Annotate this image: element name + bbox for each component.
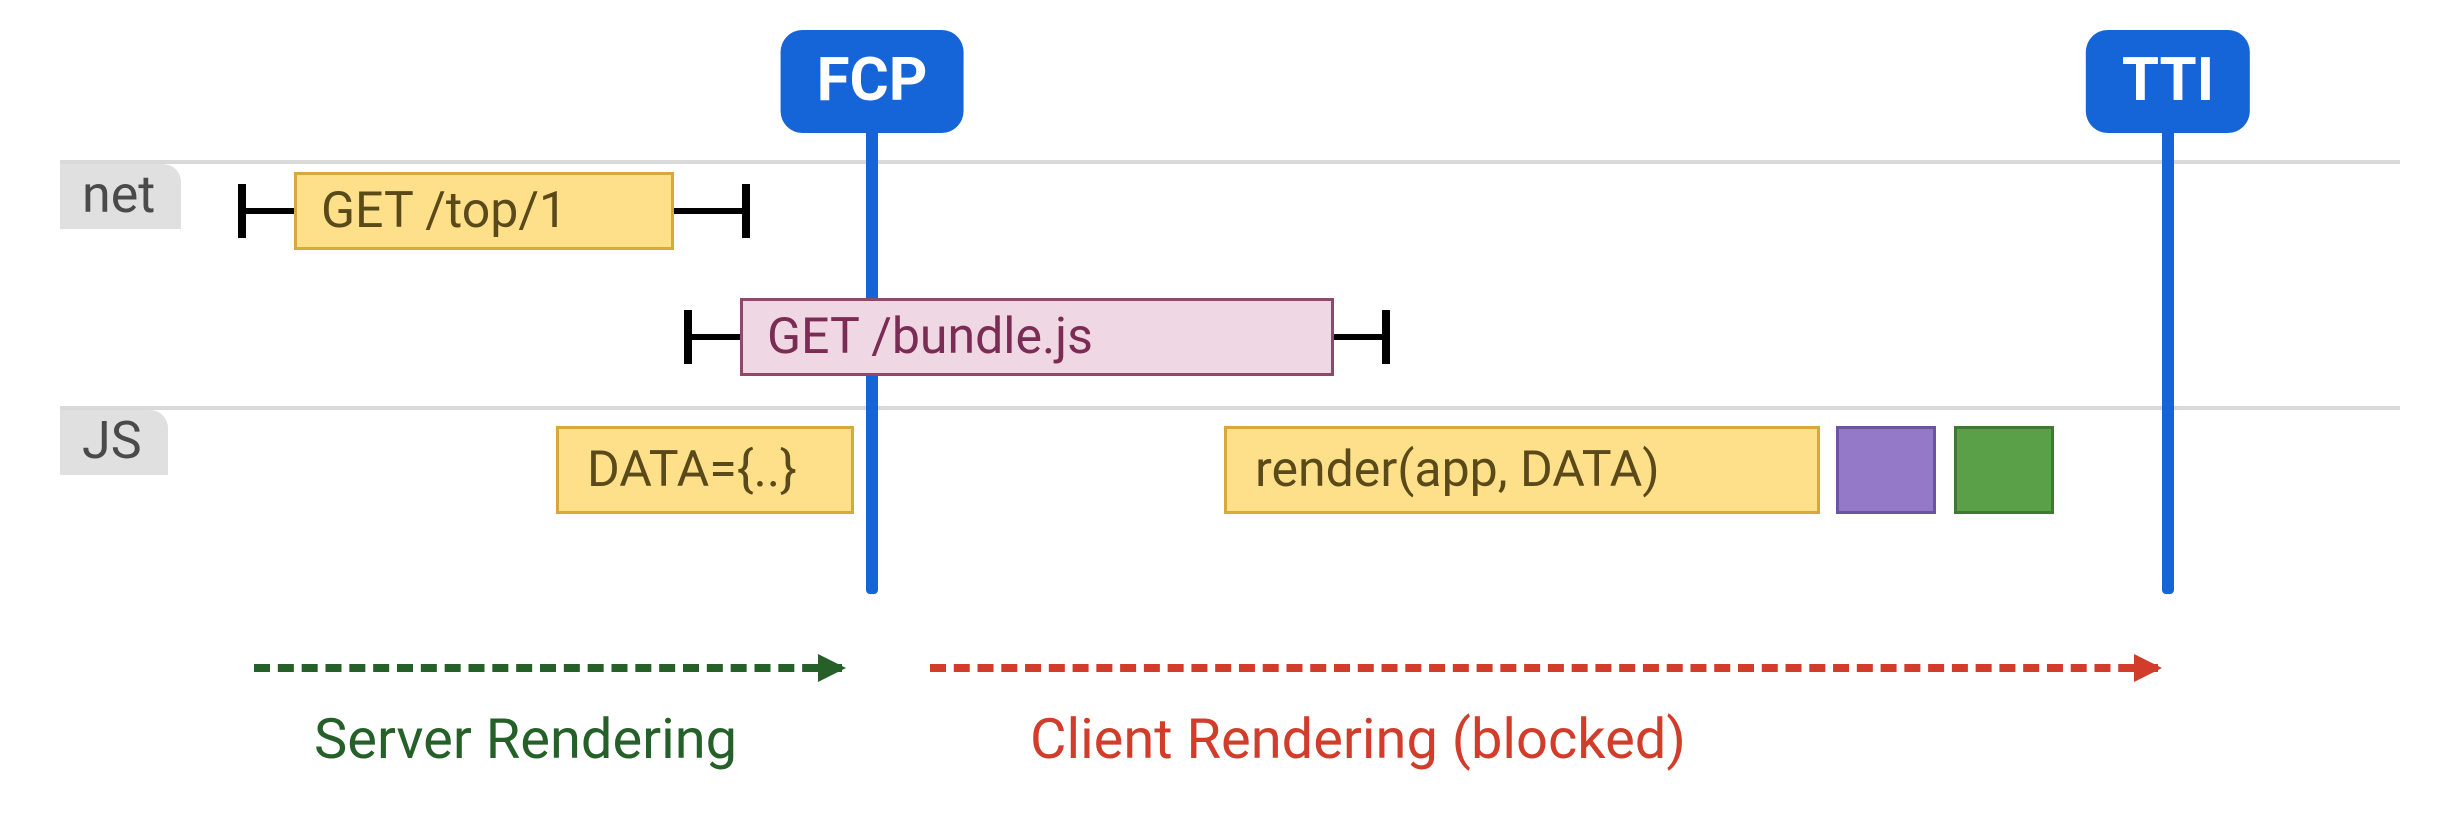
js-task-green (1954, 426, 2054, 514)
js-render-call-box: render(app, DATA) (1224, 426, 1820, 514)
row-separator-mid (60, 406, 2400, 410)
js-inline-data-box: DATA={..} (556, 426, 854, 514)
arrow-head-icon (818, 654, 846, 682)
net-request-page-cap-start (238, 184, 246, 238)
arrow-head-icon (2134, 654, 2162, 682)
marker-tti-pill: TTI (2086, 30, 2250, 133)
net-request-bundle-cap-end (1382, 310, 1390, 364)
net-request-page-cap-end (742, 184, 750, 238)
row-label-net: net (60, 164, 181, 229)
js-task-purple (1836, 426, 1936, 514)
net-request-page-box: GET /top/1 (294, 172, 674, 250)
marker-fcp-pill: FCP (781, 30, 964, 133)
phase-arrow-client (930, 664, 2158, 672)
net-request-bundle-box: GET /bundle.js (740, 298, 1334, 376)
net-request-page: GET /top/1 (238, 172, 750, 250)
phase-arrow-server (254, 664, 842, 672)
phase-label-server: Server Rendering (314, 706, 737, 772)
row-label-js: JS (60, 410, 168, 475)
net-request-bundle-cap-start (684, 310, 692, 364)
phase-label-client: Client Rendering (blocked) (1030, 706, 1686, 772)
marker-tti-line (2162, 110, 2174, 594)
net-request-bundle: GET /bundle.js (684, 298, 1390, 376)
rendering-timeline-diagram: net JS FCP TTI GET /top/1 GET /bundle.js… (0, 0, 2440, 824)
row-separator-top (60, 160, 2400, 164)
